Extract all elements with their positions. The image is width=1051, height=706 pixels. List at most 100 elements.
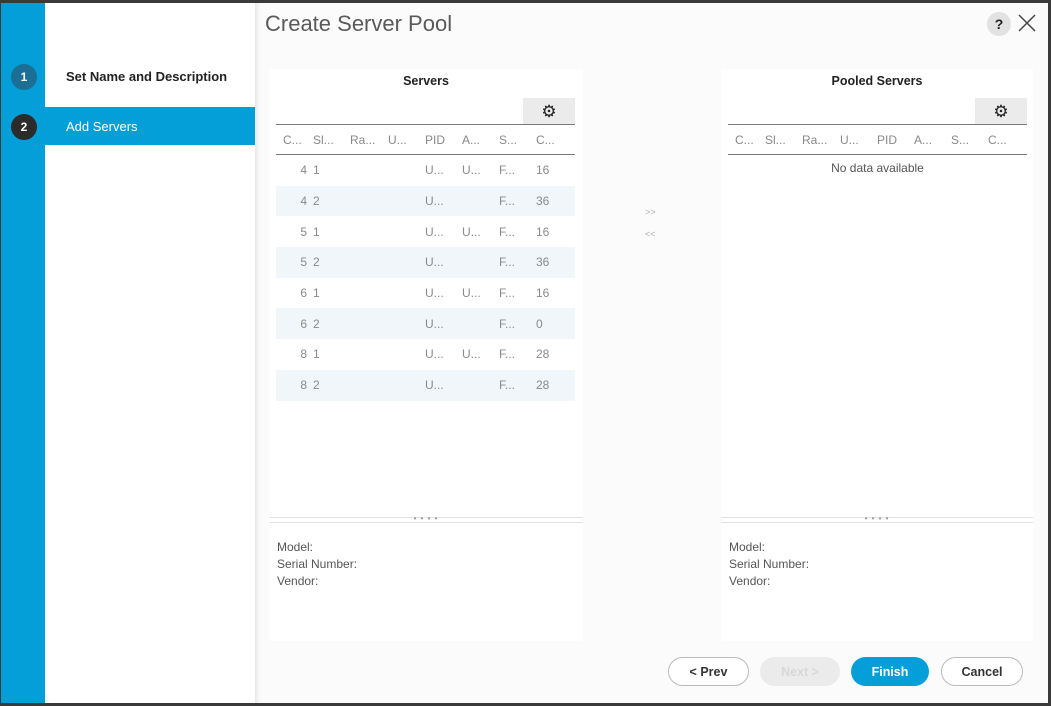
close-button[interactable]	[1016, 12, 1038, 34]
table-cell: 16	[536, 286, 550, 301]
prev-button[interactable]: < Prev	[668, 657, 749, 686]
pooled-splitter[interactable]: • • • •	[721, 514, 1033, 523]
wizard-step-add-servers[interactable]: Add Servers	[45, 107, 255, 145]
column-header[interactable]: PID	[877, 133, 914, 147]
servers-panel: Servers ⚙ C... Sl... Ra... U... PID A...…	[269, 69, 583, 641]
table-cell: 36	[536, 194, 550, 209]
table-row[interactable]: 6 1 U... U... F... 16	[276, 278, 575, 309]
table-cell: F...	[499, 347, 516, 362]
table-cell: U...	[425, 163, 444, 178]
wizard-rail	[1, 3, 45, 703]
table-cell: U...	[425, 378, 444, 393]
servers-table: C... Sl... Ra... U... PID A... S... C...…	[276, 124, 575, 401]
servers-splitter[interactable]: • • • •	[269, 514, 583, 523]
table-cell: 2	[313, 194, 320, 209]
table-cell: 36	[536, 255, 550, 270]
table-row[interactable]: 5 2 U... F... 36	[276, 247, 575, 278]
table-cell: U...	[462, 163, 481, 178]
serial-number-label: Serial Number:	[277, 557, 358, 571]
table-row[interactable]: 8 1 U... U... F... 28	[276, 339, 575, 370]
pooled-details: Model: Serial Number: Vendor:	[729, 539, 809, 590]
column-header[interactable]: S...	[951, 133, 988, 147]
add-to-pool-button[interactable]: >>	[645, 201, 656, 223]
pooled-servers-table: C... Sl... Ra... U... PID A... S... C...…	[728, 124, 1027, 175]
pooled-table-settings-button[interactable]: ⚙	[975, 98, 1027, 124]
help-button[interactable]: ?	[987, 12, 1011, 36]
table-cell: 0	[536, 316, 543, 331]
column-header[interactable]: C...	[988, 133, 1027, 147]
table-cell: F...	[499, 224, 516, 239]
table-cell: 1	[313, 286, 320, 301]
table-cell: U...	[425, 286, 444, 301]
next-button: Next >	[760, 657, 840, 686]
table-cell: 1	[313, 163, 320, 178]
table-cell: U...	[425, 255, 444, 270]
vendor-label: Vendor:	[729, 574, 771, 588]
grip-icon: • • • •	[413, 514, 439, 523]
table-cell: F...	[499, 378, 516, 393]
table-row[interactable]: 6 2 U... F... 0	[276, 308, 575, 340]
table-cell: 28	[536, 347, 550, 362]
column-header[interactable]: C...	[276, 133, 313, 147]
vendor-label: Vendor:	[277, 574, 319, 588]
table-cell: F...	[499, 163, 516, 178]
table-cell: 1	[313, 224, 320, 239]
table-cell: U...	[462, 347, 481, 362]
pooled-servers-panel: Pooled Servers ⚙ C... Sl... Ra... U... P…	[721, 69, 1033, 641]
column-header[interactable]: Ra...	[350, 133, 388, 147]
wizard-step-label: Set Name and Description	[66, 68, 228, 84]
table-cell: U...	[425, 194, 444, 209]
column-header[interactable]: U...	[388, 133, 425, 147]
table-row[interactable]: 4 1 U... U... F... 16	[276, 155, 575, 186]
table-row[interactable]: 4 2 U... F... 36	[276, 185, 575, 217]
column-header[interactable]: A...	[462, 133, 499, 147]
column-header[interactable]: U...	[840, 133, 877, 147]
servers-table-header: C... Sl... Ra... U... PID A... S... C...	[276, 124, 575, 155]
table-cell: 2	[313, 378, 320, 393]
finish-button[interactable]: Finish	[851, 657, 929, 686]
wizard-content: Create Server Pool ? Servers ⚙ C... Sl..…	[255, 3, 1048, 703]
column-header[interactable]: C...	[536, 133, 575, 147]
servers-table-body: 4 1 U... U... F... 16 4 2 U... F... 36 5 1 U... U... F.…	[276, 155, 575, 401]
wizard-step-set-name[interactable]: Set Name and Description	[45, 57, 255, 95]
servers-details: Model: Serial Number: Vendor:	[277, 539, 357, 590]
table-cell: 5	[300, 224, 307, 239]
pooled-table-header: C... Sl... Ra... U... PID A... S... C...	[728, 124, 1027, 155]
transfer-controls: >> <<	[645, 201, 656, 245]
dialog-title: Create Server Pool	[265, 11, 453, 36]
servers-table-settings-button[interactable]: ⚙	[523, 98, 575, 124]
column-header[interactable]: S...	[499, 133, 536, 147]
table-cell: 8	[300, 378, 307, 393]
serial-number-label: Serial Number:	[729, 557, 810, 571]
model-label: Model:	[277, 540, 314, 554]
table-cell: 16	[536, 163, 550, 178]
table-row[interactable]: 8 2 U... F... 28	[276, 369, 575, 401]
step-number-badge: 1	[11, 64, 37, 90]
pooled-servers-title: Pooled Servers	[831, 74, 923, 88]
table-cell: 28	[536, 378, 550, 393]
wizard-step-label: Add Servers	[66, 118, 138, 134]
column-header[interactable]: A...	[914, 133, 951, 147]
column-header[interactable]: Sl...	[313, 133, 350, 147]
table-cell: F...	[499, 255, 516, 270]
column-header[interactable]: C...	[728, 133, 765, 147]
table-cell: 5	[300, 255, 307, 270]
model-label: Model:	[729, 540, 766, 554]
column-header[interactable]: PID	[425, 133, 462, 147]
question-icon: ?	[994, 16, 1004, 32]
table-cell: 2	[313, 316, 320, 331]
remove-from-pool-button[interactable]: <<	[645, 223, 656, 245]
table-cell: F...	[499, 194, 516, 209]
table-cell: 2	[313, 255, 320, 270]
table-cell: 6	[300, 286, 307, 301]
table-row[interactable]: 5 1 U... U... F... 16	[276, 216, 575, 247]
table-cell: 6	[300, 316, 307, 331]
cancel-button[interactable]: Cancel	[941, 657, 1023, 686]
table-cell: U...	[425, 224, 444, 239]
column-header[interactable]: Ra...	[802, 133, 840, 147]
create-server-pool-dialog: Set Name and Description Add Servers 1 2…	[1, 3, 1048, 703]
column-header[interactable]: Sl...	[765, 133, 802, 147]
table-cell: 1	[313, 347, 320, 362]
table-cell: F...	[499, 286, 516, 301]
table-cell: 4	[300, 194, 307, 209]
